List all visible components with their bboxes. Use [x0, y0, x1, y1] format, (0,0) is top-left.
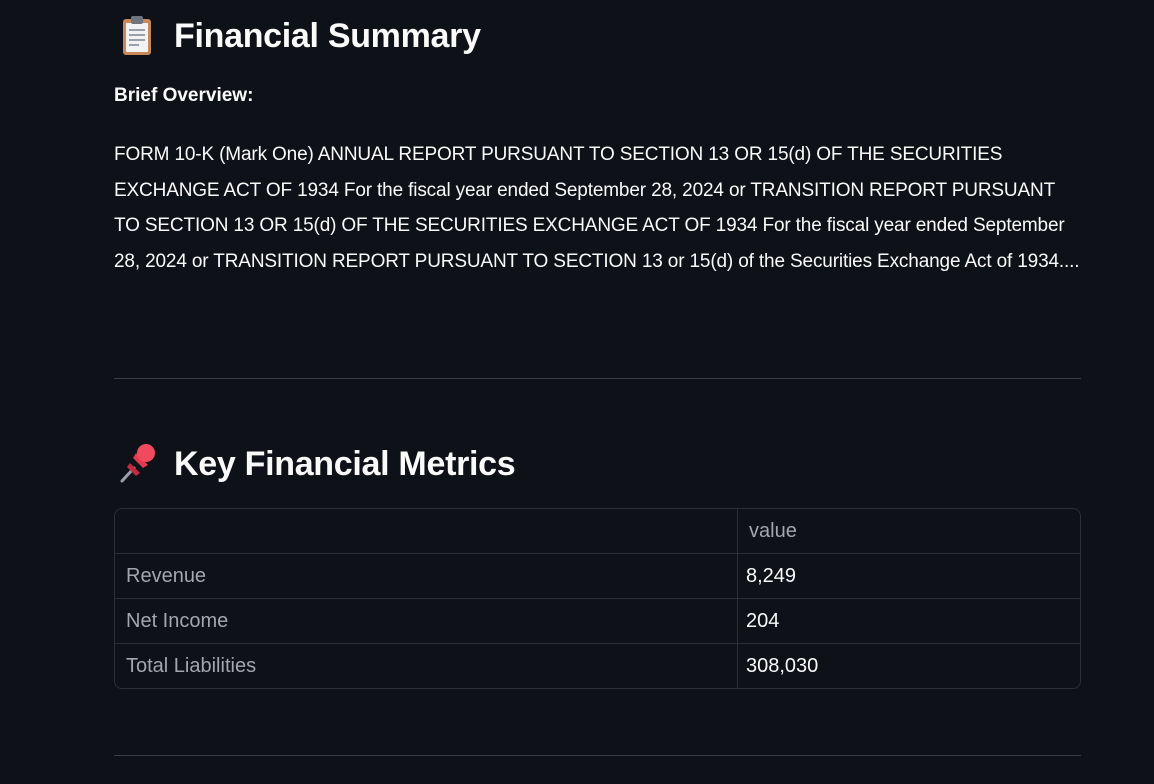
row-label[interactable]: Revenue: [115, 553, 738, 599]
table-row: Total Liabilities 308,030: [115, 643, 1081, 689]
section-title: Key Financial Metrics: [174, 444, 516, 483]
page-title: Financial Summary: [174, 16, 481, 55]
row-value[interactable]: 308,030: [738, 644, 1081, 689]
metrics-table[interactable]: value Revenue 8,249 Net Income 204 Total…: [114, 508, 1081, 689]
table-header-index[interactable]: [115, 509, 738, 554]
clipboard-icon: [114, 13, 160, 59]
table-row: Revenue 8,249: [115, 553, 1080, 599]
table-header-row: value: [115, 509, 1080, 554]
brief-overview-text: FORM 10-K (Mark One) ANNUAL REPORT PURSU…: [114, 144, 1080, 272]
table-row: Net Income 204: [115, 598, 1080, 644]
row-value[interactable]: 204: [737, 598, 1080, 644]
row-value[interactable]: 8,249: [737, 553, 1080, 599]
pushpin-icon: [114, 441, 160, 487]
financial-summary-heading: Financial Summary: [114, 6, 481, 66]
row-label[interactable]: Total Liabilities: [115, 643, 738, 688]
table-header-value[interactable]: value: [737, 509, 1080, 554]
divider: [114, 378, 1081, 379]
row-label[interactable]: Net Income: [115, 598, 738, 644]
key-metrics-heading: Key Financial Metrics: [114, 434, 516, 494]
brief-overview-label: Brief Overview:: [114, 85, 254, 106]
divider: [114, 755, 1081, 756]
